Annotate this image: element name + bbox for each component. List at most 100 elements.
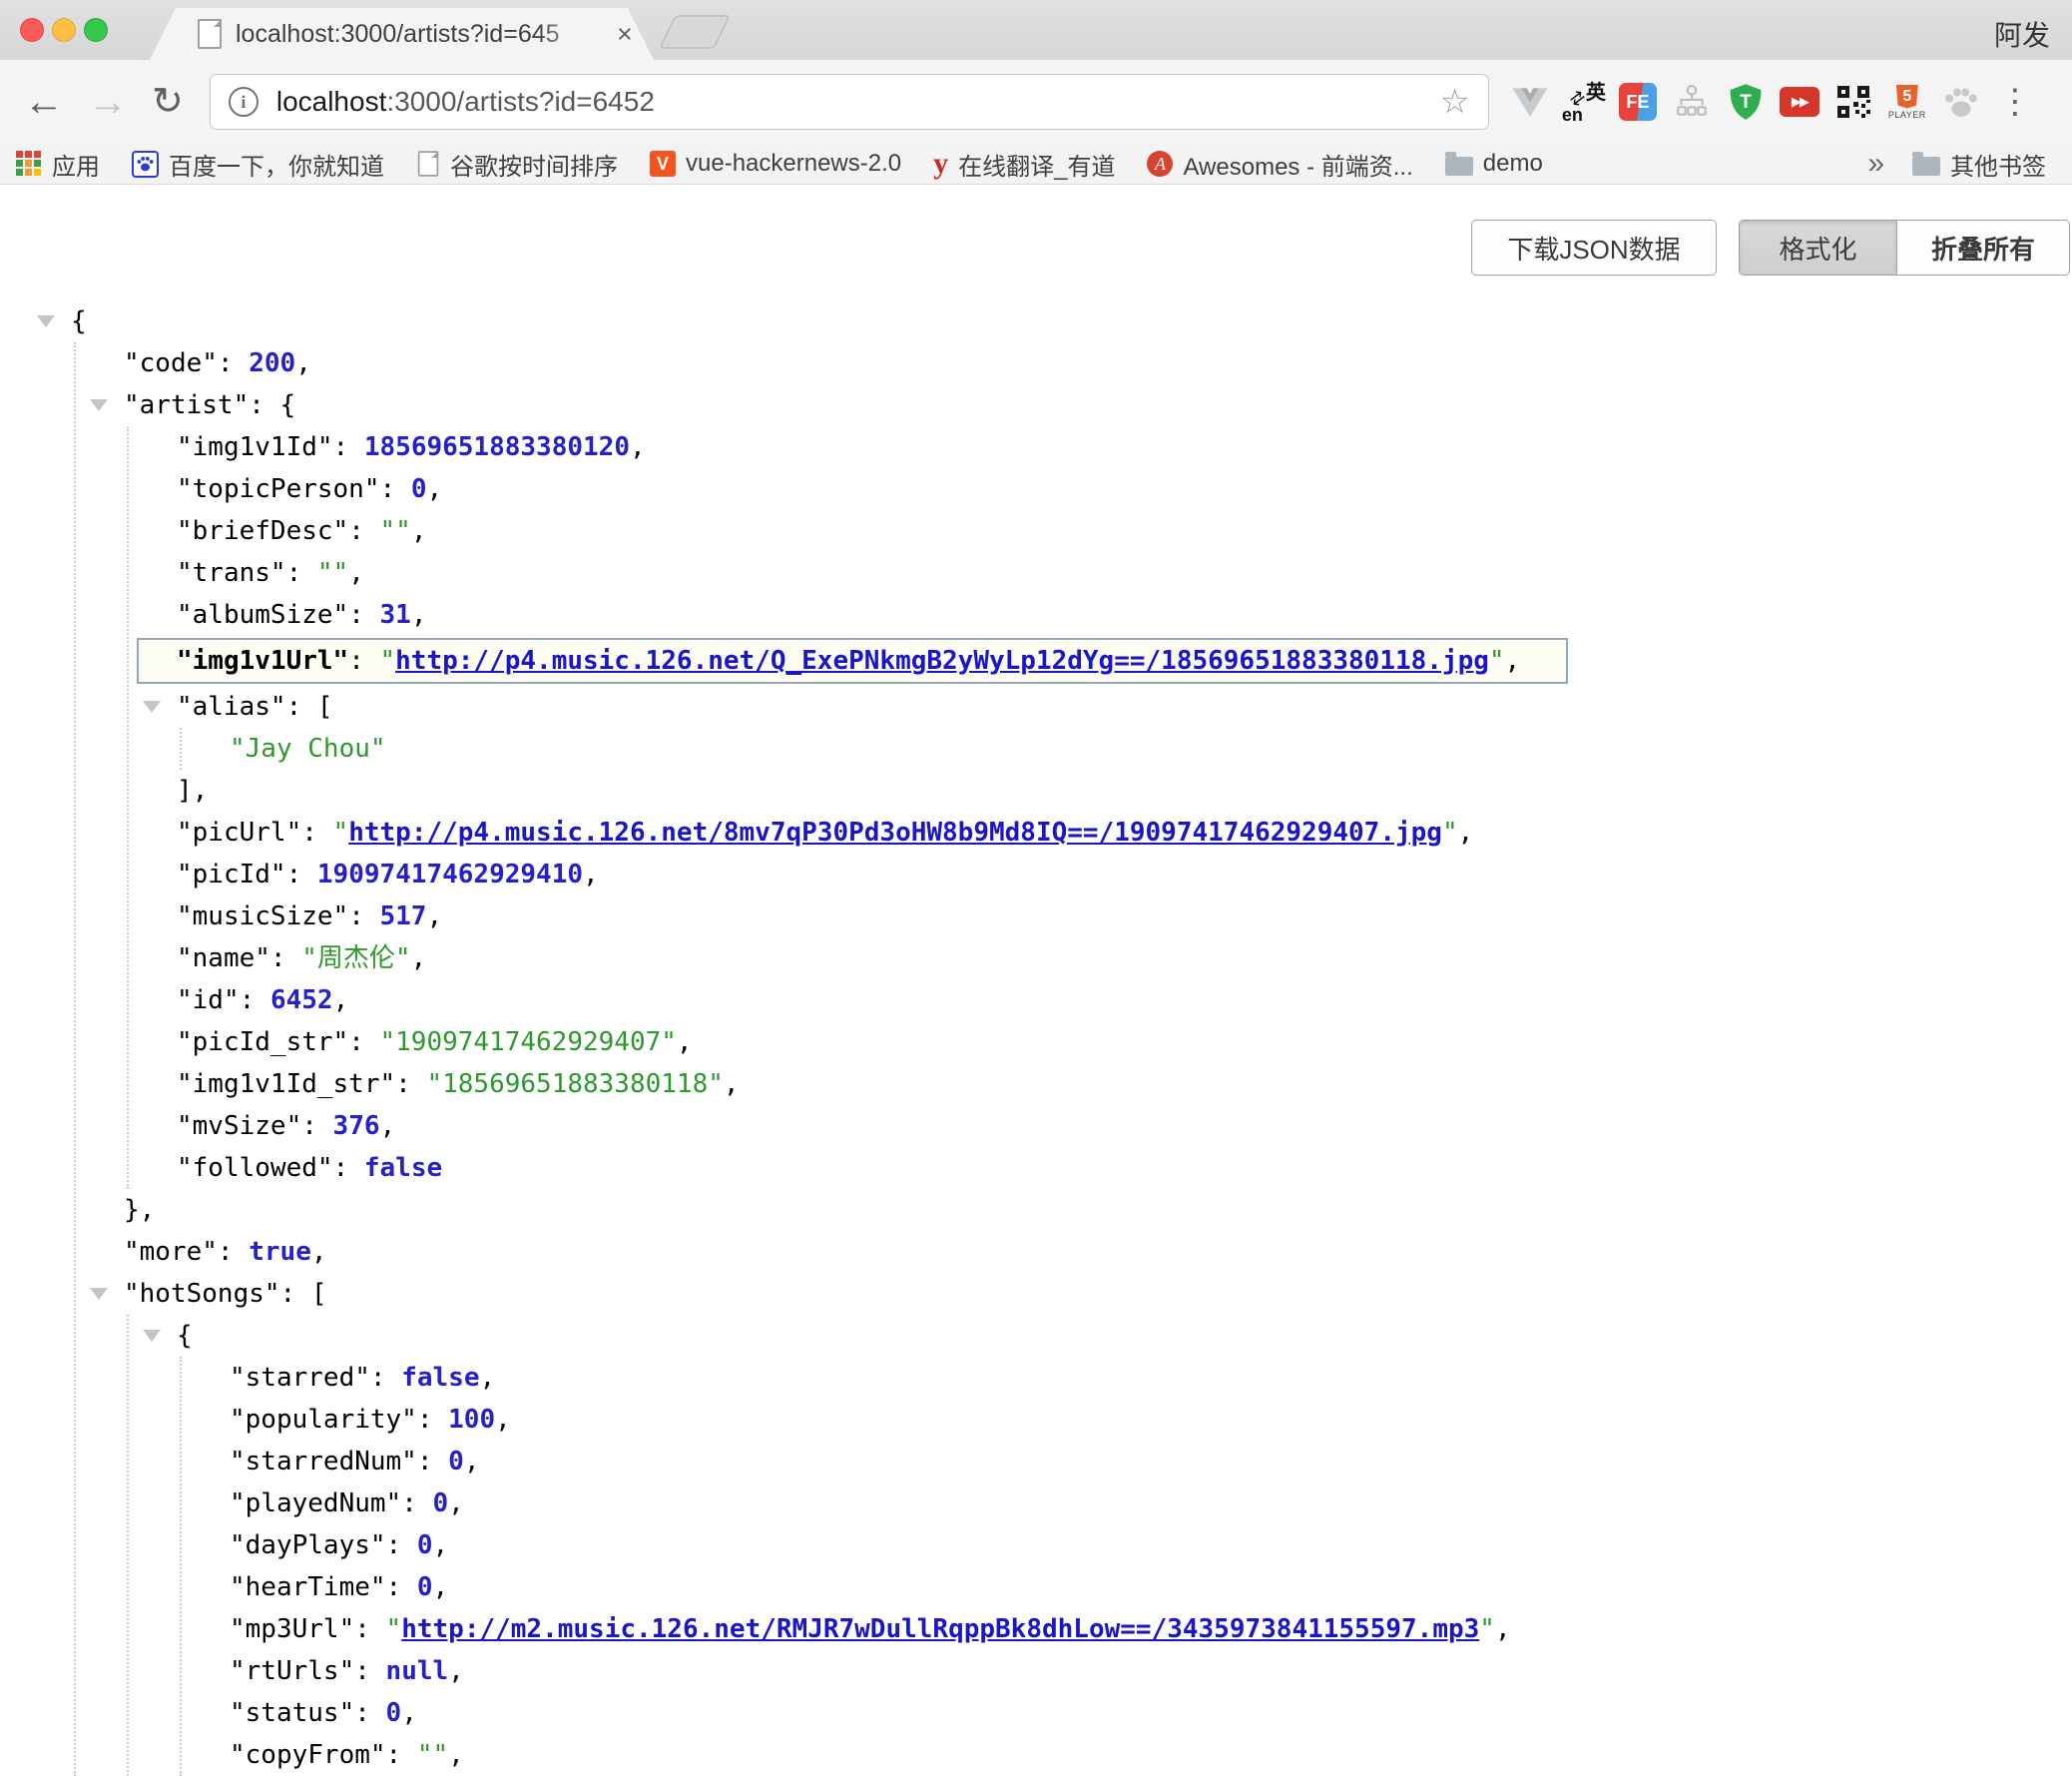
json-link[interactable]: http://m2.music.126.net/RMJR7wDullRqppBk… — [401, 1614, 1479, 1644]
page-info-icon[interactable]: i — [229, 87, 259, 117]
json-punct: , — [724, 1069, 740, 1099]
json-line: "rtUrls": null, — [230, 1650, 1568, 1692]
window-close-button[interactable] — [20, 18, 44, 42]
folder-icon — [1445, 157, 1473, 176]
profile-name[interactable]: 阿发 — [1994, 14, 2050, 54]
bookmark-label: 百度一下，你就知道 — [169, 147, 384, 182]
json-key: "hearTime" — [230, 1572, 386, 1602]
json-number: 6452 — [270, 985, 333, 1015]
json-punct: : — [333, 432, 364, 462]
bookmark-baidu[interactable]: 百度一下，你就知道 — [132, 147, 384, 182]
json-key: "playedNum" — [230, 1488, 401, 1518]
json-punct: : [ — [286, 692, 333, 722]
bookmark-google-sort[interactable]: 谷歌按时间排序 — [416, 147, 618, 182]
json-punct: , — [448, 1656, 464, 1686]
json-key: "mvSize" — [177, 1111, 301, 1141]
json-punct: : — [286, 860, 317, 889]
json-punct: , — [411, 943, 427, 973]
json-line: "musicSize": 517, — [177, 895, 1568, 937]
json-punct: : — [417, 1447, 448, 1477]
json-number: 0 — [411, 474, 427, 504]
json-line: "code": 200, — [124, 342, 1568, 384]
json-punct: : — [354, 1656, 385, 1686]
json-key: "copyFrom" — [230, 1740, 386, 1770]
json-line: "copyFrom": "", — [230, 1734, 1568, 1776]
bookmark-youdao[interactable]: y 在线翻译_有道 — [933, 147, 1115, 182]
bookmark-vue-hackernews[interactable]: V vue-hackernews-2.0 — [650, 150, 901, 178]
tab-close-icon[interactable]: × — [617, 21, 633, 48]
collapse-arrow-icon[interactable] — [143, 701, 161, 713]
json-children: "code": 200,"artist": {"img1v1Id": 18569… — [74, 342, 1568, 1776]
bookmarks-right: » 其他书签 — [1867, 147, 2046, 182]
browser-toolbar: ← → ↻ i localhost:3000/artists?id=6452 ☆… — [0, 60, 2072, 144]
url-path: :3000/artists?id=6452 — [386, 86, 655, 117]
format-button[interactable]: 格式化 — [1740, 221, 1897, 275]
qrcode-extension-icon[interactable] — [1826, 75, 1880, 129]
bookmark-apps[interactable]: 应用 — [16, 147, 100, 182]
bookmark-folder-demo[interactable]: demo — [1445, 150, 1543, 178]
fe-extension-icon[interactable]: FE — [1611, 75, 1665, 129]
json-punct: , — [295, 348, 311, 378]
back-button[interactable]: ← — [24, 82, 64, 122]
bookmark-label: Awesomes - 前端资... — [1183, 147, 1412, 182]
json-link[interactable]: http://p4.music.126.net/8mv7qP30Pd3oHW8b… — [348, 818, 1442, 848]
other-bookmarks[interactable]: 其他书签 — [1912, 147, 2046, 182]
json-line: "starred": false, — [230, 1357, 1568, 1399]
json-null: null — [386, 1656, 449, 1686]
vue-devtools-icon[interactable] — [1503, 75, 1557, 129]
json-key: "hotSongs" — [124, 1279, 280, 1309]
json-line: "dayPlays": 0, — [230, 1524, 1568, 1566]
json-line: "img1v1Id_str": "18569651883380118", — [177, 1063, 1568, 1105]
reload-button[interactable]: ↻ — [152, 83, 184, 121]
json-punct: : — [348, 516, 379, 546]
tampermonkey-shield-icon[interactable]: T — [1719, 75, 1773, 129]
address-bar[interactable]: i localhost:3000/artists?id=6452 ☆ — [210, 74, 1489, 130]
json-punct: }, — [124, 1195, 155, 1225]
download-json-button[interactable]: 下载JSON数据 — [1471, 220, 1717, 276]
chrome-menu-icon[interactable]: ⋮ — [1988, 75, 2042, 129]
json-boolean: true — [249, 1237, 311, 1267]
json-punct: : — [380, 474, 411, 504]
translate-icon[interactable]: 英 en ⇄ — [1557, 75, 1611, 129]
json-punct: : — [395, 1069, 426, 1099]
window-minimize-button[interactable] — [52, 18, 76, 42]
json-string: "19097417462929407" — [380, 1027, 677, 1057]
json-punct: , — [583, 860, 599, 889]
json-line: "topicPerson": 0, — [177, 468, 1568, 510]
collapse-arrow-icon[interactable] — [143, 1330, 161, 1342]
json-string: "Jay Chou" — [230, 734, 386, 764]
json-key: "alias" — [177, 692, 286, 722]
json-link[interactable]: http://p4.music.126.net/Q_ExePNkmgB2yWyL… — [395, 646, 1489, 676]
json-key: "img1v1Id" — [177, 432, 333, 462]
forward-button: → — [88, 82, 128, 122]
url-text[interactable]: localhost:3000/artists?id=6452 — [276, 86, 655, 118]
fe-label: FE — [1619, 83, 1657, 121]
tab-title-fade — [537, 20, 607, 49]
new-tab-button[interactable] — [659, 15, 732, 49]
json-line: "playedNum": 0, — [230, 1482, 1568, 1524]
json-line: "popularity": 100, — [230, 1399, 1568, 1441]
collapse-all-button[interactable]: 折叠所有 — [1897, 221, 2069, 275]
browser-tab[interactable]: localhost:3000/artists?id=645 × — [150, 8, 654, 60]
json-string: "18569651883380118" — [426, 1069, 723, 1099]
video-fastforward-icon[interactable]: ▶▶ — [1773, 75, 1826, 129]
json-number: 0 — [417, 1572, 433, 1602]
json-punct: : — [348, 646, 379, 676]
collapse-arrow-icon[interactable] — [90, 1288, 108, 1300]
json-key: "rtUrls" — [230, 1656, 354, 1686]
json-punct: { — [177, 1321, 193, 1351]
json-punct: , — [433, 1530, 449, 1560]
browser-window: { "window": { "profile_name": "阿发" }, "t… — [0, 0, 2072, 1751]
bookmark-label: 应用 — [52, 147, 100, 182]
sitemap-extension-icon[interactable] — [1665, 75, 1719, 129]
window-zoom-button[interactable] — [84, 18, 108, 42]
bookmark-star-icon[interactable]: ☆ — [1439, 85, 1469, 119]
other-bookmarks-label: 其他书签 — [1950, 147, 2046, 182]
paw-extension-icon[interactable] — [1934, 75, 1988, 129]
collapse-arrow-icon[interactable] — [90, 399, 108, 411]
json-line: "picUrl": "http://p4.music.126.net/8mv7q… — [177, 812, 1568, 854]
bookmark-awesomes[interactable]: A Awesomes - 前端资... — [1147, 147, 1412, 182]
bookmarks-overflow-icon[interactable]: » — [1867, 147, 1884, 181]
html5-player-icon[interactable]: 5 PLAYER — [1880, 75, 1934, 129]
collapse-arrow-icon[interactable] — [37, 315, 55, 327]
